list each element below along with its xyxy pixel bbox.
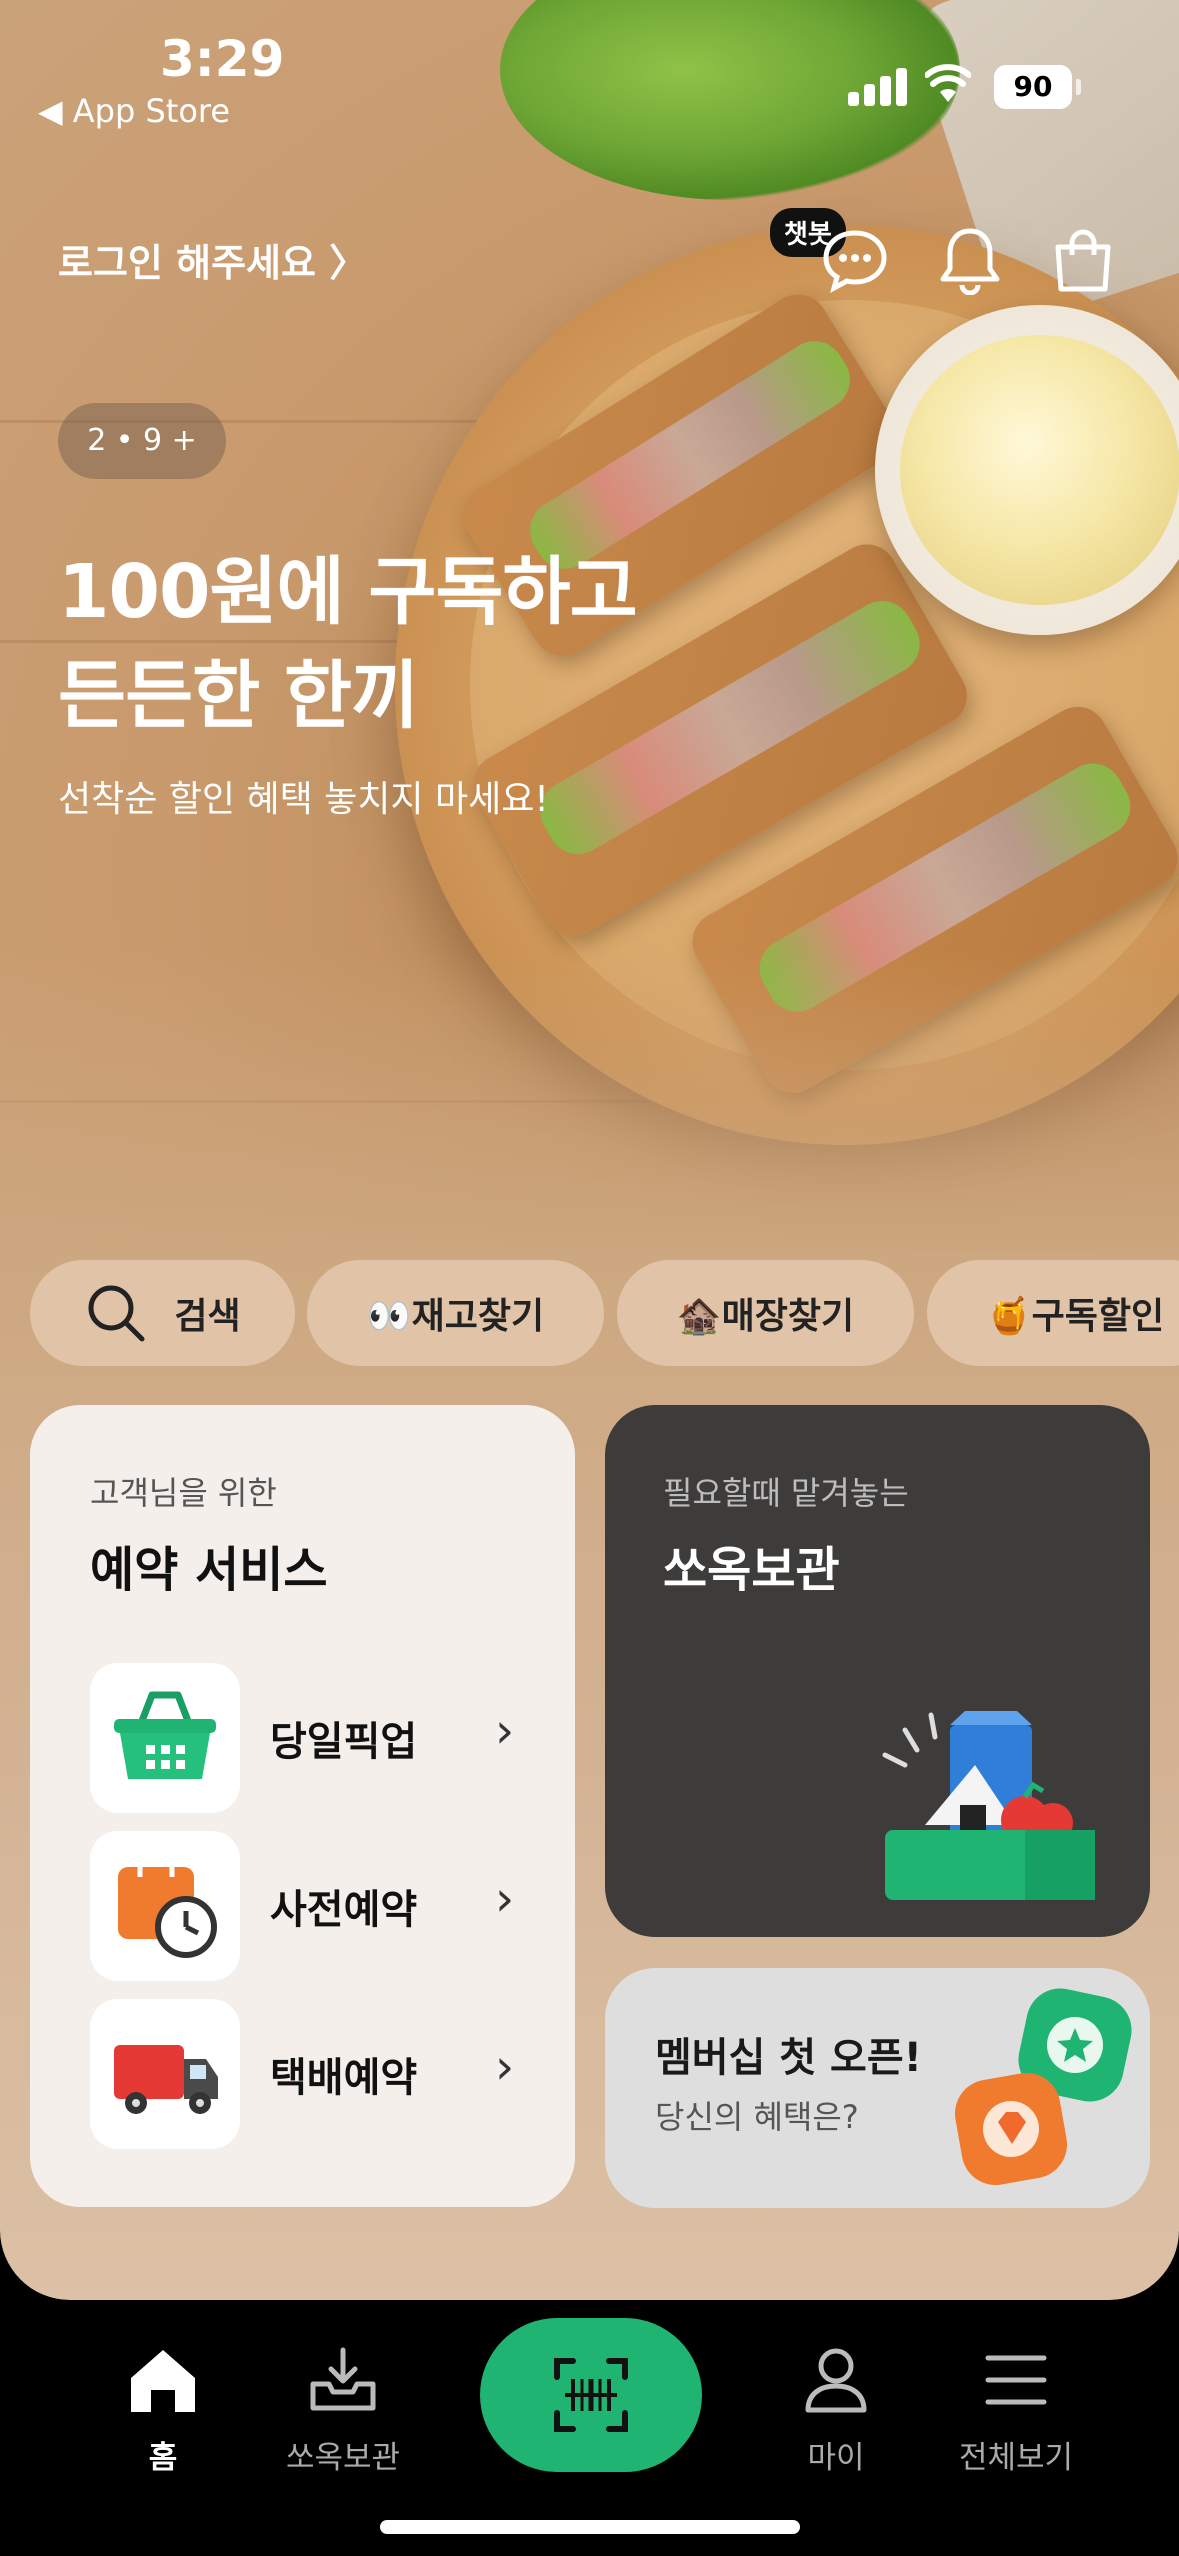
chip-store-finder[interactable]: 🏚️매장찾기 [617,1260,914,1366]
bell-icon[interactable] [935,225,1005,295]
inbox-download-icon [310,2347,376,2411]
truck-icon-tile [90,1999,240,2149]
chip-subscription-discount[interactable]: 🍯구독할인 [927,1260,1179,1366]
cellular-signal-icon [848,68,908,106]
nav-my-label: 마이 [807,2440,865,2476]
hero-title: 100원에 구독하고 든든한 한끼 [58,540,758,748]
nav-storage-label: 쏘옥보관 [285,2440,401,2476]
pre-order-label: 사전예약 [270,1887,418,1933]
chip-stock-finder[interactable]: 👀재고찾기 [307,1260,604,1366]
home-screen: 3:29 ◀ App Store 90 로그인 해주세요 〉 챗봇 2 • 9 … [0,0,1179,2300]
reservation-service-card: 고객님을 위한 예약 서비스 당일픽업 › 사전예약 › 택배예약 › [30,1405,575,2207]
basket-icon-tile [90,1663,240,1813]
search-icon [88,1285,145,1342]
status-time: 3:29 [160,30,285,88]
pre-order-row[interactable]: 사전예약 › [90,1831,550,1981]
chevron-right-icon: › [495,1871,515,1927]
membership-subtitle: 당신의 혜택은? [655,2098,859,2136]
wifi-icon [925,64,971,102]
person-icon [805,2348,867,2413]
chip-search-label: 검색 [174,1296,241,1337]
storage-box-illustration [882,1711,1095,1900]
home-indicator[interactable] [380,2520,800,2534]
shopping-bag-clock-icon-tile [90,1831,240,1981]
nav-home-label: 홈 [148,2440,178,2476]
delivery-reservation-label: 택배예약 [270,2055,418,2101]
barcode-scan-button[interactable] [480,2318,702,2472]
banner-pager[interactable]: 2 • 9 + [58,403,226,479]
login-link[interactable]: 로그인 해주세요 〉 [58,232,367,287]
chevron-right-icon: › [495,2039,515,2095]
nav-all[interactable]: 전체보기 [926,2340,1106,2477]
same-day-pickup-label: 당일픽업 [270,1719,418,1765]
chip-store-finder-label: 🏚️매장찾기 [676,1296,855,1337]
same-day-pickup-row[interactable]: 당일픽업 › [90,1663,550,1813]
menu-icon [985,2355,1047,2405]
shopping-bag-clock-icon [118,1850,217,1958]
home-icon [131,2350,195,2412]
basket-icon [114,1691,216,1779]
back-to-app-store[interactable]: ◀ App Store [38,92,230,130]
reservation-eyebrow: 고객님을 위한 [90,1474,277,1512]
storage-service-card[interactable]: 필요할때 맡겨놓는 쏘옥보관 [605,1405,1150,1937]
hero-title-line-1: 100원에 구독하고 [58,549,638,635]
truck-icon [114,2045,218,2114]
hero-subtitle: 선착순 할인 혜택 놓치지 마세요! [58,779,549,820]
storage-eyebrow: 필요할때 맡겨놓는 [663,1474,909,1512]
membership-banner-card[interactable]: 멤버십 첫 오픈! 당신의 혜택은? [605,1968,1150,2208]
chatbot-icon[interactable] [820,225,890,295]
battery-indicator: 90 [994,65,1081,109]
chip-search[interactable]: 검색 [30,1260,295,1366]
nav-home[interactable]: 홈 [73,2340,253,2477]
chevron-right-icon: › [495,1703,515,1759]
reservation-title: 예약 서비스 [90,1542,328,1598]
login-label: 로그인 해주세요 [58,241,330,285]
nav-storage[interactable]: 쏘옥보관 [253,2340,433,2477]
nav-all-label: 전체보기 [958,2440,1074,2476]
membership-title: 멤버십 첫 오픈! [655,2035,922,2081]
barcode-scan-icon [554,2358,628,2432]
membership-badges-illustration [954,1988,1132,2186]
storage-title: 쏘옥보관 [663,1542,840,1598]
chip-stock-finder-label: 👀재고찾기 [366,1296,545,1337]
delivery-reservation-row[interactable]: 택배예약 › [90,1999,550,2149]
nav-my[interactable]: 마이 [746,2340,926,2477]
chip-subscription-label: 🍯구독할인 [986,1296,1165,1337]
shopping-bag-icon[interactable] [1048,225,1118,295]
hero-title-line-2: 든든한 한끼 [58,653,419,739]
chevron-right-icon: 〉 [329,241,368,285]
